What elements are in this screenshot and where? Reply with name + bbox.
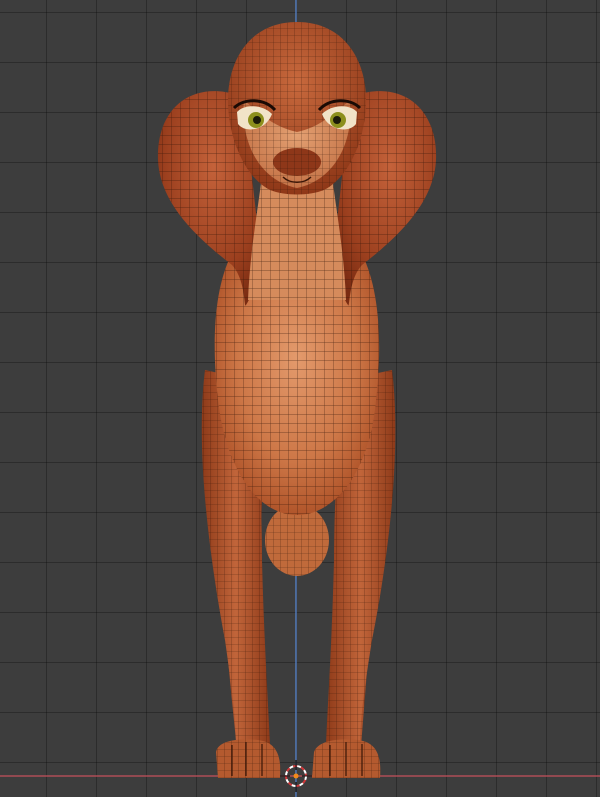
paw-right bbox=[312, 739, 381, 778]
paw-left bbox=[216, 739, 281, 778]
3d-viewport[interactable] bbox=[0, 0, 600, 797]
3d-cursor-icon[interactable] bbox=[280, 760, 312, 792]
character-mesh[interactable] bbox=[157, 22, 437, 778]
viewport-canvas[interactable] bbox=[0, 0, 600, 797]
